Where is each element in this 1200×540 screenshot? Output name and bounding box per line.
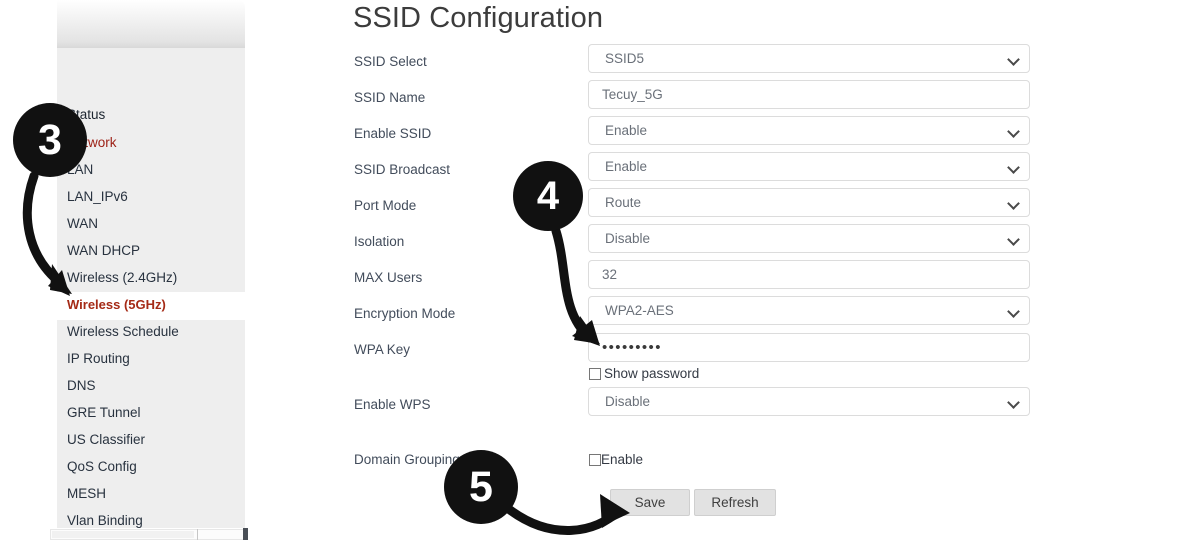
input-max-users[interactable]: 32 — [588, 260, 1030, 289]
sidebar-item-us-classifier[interactable]: US Classifier — [67, 432, 145, 448]
sidebar-item-label: Wireless (2.4GHz) — [67, 270, 178, 285]
sidebar-item-label: Vlan Binding — [67, 513, 143, 528]
sidebar-item-gre-tunnel[interactable]: GRE Tunnel — [67, 405, 141, 421]
sidebar-item-mesh[interactable]: MESH — [67, 486, 106, 502]
annotation-badge-3: 3 — [13, 103, 87, 177]
select-enable-wps[interactable]: Disable — [588, 387, 1030, 416]
label-ssid-select: SSID Select — [354, 54, 427, 69]
scrollbar-end-marker[interactable] — [243, 528, 248, 540]
sidebar-item-label: Wireless (5GHz) — [67, 297, 166, 312]
value-wpa-key-masked: ••••••••• — [602, 339, 662, 356]
horizontal-scrollbar-thumb[interactable] — [52, 531, 194, 538]
value-ssid-name: Tecuy_5G — [602, 87, 663, 102]
select-encryption-mode[interactable]: WPA2-AES — [588, 296, 1030, 325]
show-password-label: Show password — [604, 366, 700, 381]
label-enable-ssid: Enable SSID — [354, 126, 432, 141]
sidebar-item-label: WAN DHCP — [67, 243, 140, 258]
sidebar-item-label: DNS — [67, 378, 96, 393]
label-max-users: MAX Users — [354, 270, 423, 285]
select-ssid-select[interactable]: SSID5 — [588, 44, 1030, 73]
page-title: SSID Configuration — [353, 2, 604, 34]
value-max-users: 32 — [602, 267, 618, 282]
chevron-down-icon — [1009, 199, 1018, 208]
sidebar-item-qos-config[interactable]: QoS Config — [67, 459, 137, 475]
select-enable-ssid[interactable]: Enable — [588, 116, 1030, 145]
value-isolation: Disable — [605, 231, 651, 246]
sidebar-item-label: Wireless Schedule — [67, 324, 179, 339]
label-encryption-mode: Encryption Mode — [354, 306, 456, 321]
select-ssid-broadcast[interactable]: Enable — [588, 152, 1030, 181]
value-port-mode: Route — [605, 195, 642, 210]
chevron-down-icon — [1009, 127, 1018, 136]
sidebar-item-label: US Classifier — [67, 432, 146, 447]
value-encryption-mode: WPA2-AES — [605, 303, 674, 318]
screen-root: Status Network LAN LAN_IPv6 WAN WAN DHCP Wirel… — [0, 0, 1200, 540]
scrollbar-tick — [197, 529, 198, 540]
label-ssid-name: SSID Name — [354, 90, 426, 105]
domain-grouping-label: Domain Grouping — [354, 452, 460, 467]
sidebar-item-label: LAN_IPv6 — [67, 189, 128, 204]
sidebar-item-wireless-schedule[interactable]: Wireless Schedule — [67, 324, 179, 340]
select-isolation[interactable]: Disable — [588, 224, 1030, 253]
chevron-down-icon — [1009, 235, 1018, 244]
domain-grouping-enable-row[interactable]: Enable — [589, 452, 643, 467]
sidebar-item-wan-dhcp[interactable]: WAN DHCP — [67, 243, 140, 259]
sidebar-item-label: QoS Config — [67, 459, 137, 474]
show-password-row[interactable]: Show password — [589, 366, 699, 381]
sidebar-item-ip-routing[interactable]: IP Routing — [67, 351, 130, 367]
sidebar-item-lan-ipv6[interactable]: LAN_IPv6 — [67, 189, 128, 205]
sidebar-item-wireless-2-4ghz[interactable]: Wireless (2.4GHz) — [67, 270, 177, 286]
value-enable-wps: Disable — [605, 394, 651, 409]
annotation-badge-5: 5 — [444, 450, 518, 524]
sidebar-item-label: IP Routing — [67, 351, 130, 366]
sidebar-item-wan[interactable]: WAN — [67, 216, 98, 232]
sidebar-item-dns[interactable]: DNS — [67, 378, 96, 394]
sidebar-header-gradient — [57, 0, 245, 48]
sidebar-item-wireless-5ghz[interactable]: Wireless (5GHz) — [57, 292, 245, 320]
value-ssid-select: SSID5 — [605, 51, 645, 66]
input-wpa-key[interactable]: ••••••••• — [588, 333, 1030, 362]
label-wpa-key: WPA Key — [354, 342, 411, 357]
chevron-down-icon — [1009, 307, 1018, 316]
select-port-mode[interactable]: Route — [588, 188, 1030, 217]
annotation-badge-4: 4 — [513, 161, 583, 231]
label-ssid-broadcast: SSID Broadcast — [354, 162, 451, 177]
show-password-checkbox[interactable] — [589, 368, 601, 380]
domain-grouping-enable-label: Enable — [601, 452, 644, 467]
sidebar-item-label: MESH — [67, 486, 107, 501]
label-isolation: Isolation — [354, 234, 405, 249]
save-button[interactable]: Save — [610, 489, 690, 516]
refresh-button[interactable]: Refresh — [694, 489, 776, 516]
domain-grouping-checkbox[interactable] — [589, 454, 601, 466]
value-enable-ssid: Enable — [605, 123, 648, 138]
input-ssid-name[interactable]: Tecuy_5G — [588, 80, 1030, 109]
sidebar-item-vlan-binding[interactable]: Vlan Binding — [67, 513, 143, 529]
label-enable-wps: Enable WPS — [354, 397, 431, 412]
sidebar-item-label: WAN — [67, 216, 98, 231]
label-port-mode: Port Mode — [354, 198, 417, 213]
chevron-down-icon — [1009, 163, 1018, 172]
sidebar-item-label: GRE Tunnel — [67, 405, 141, 420]
chevron-down-icon — [1009, 398, 1018, 407]
value-ssid-broadcast: Enable — [605, 159, 648, 174]
chevron-down-icon — [1009, 55, 1018, 64]
